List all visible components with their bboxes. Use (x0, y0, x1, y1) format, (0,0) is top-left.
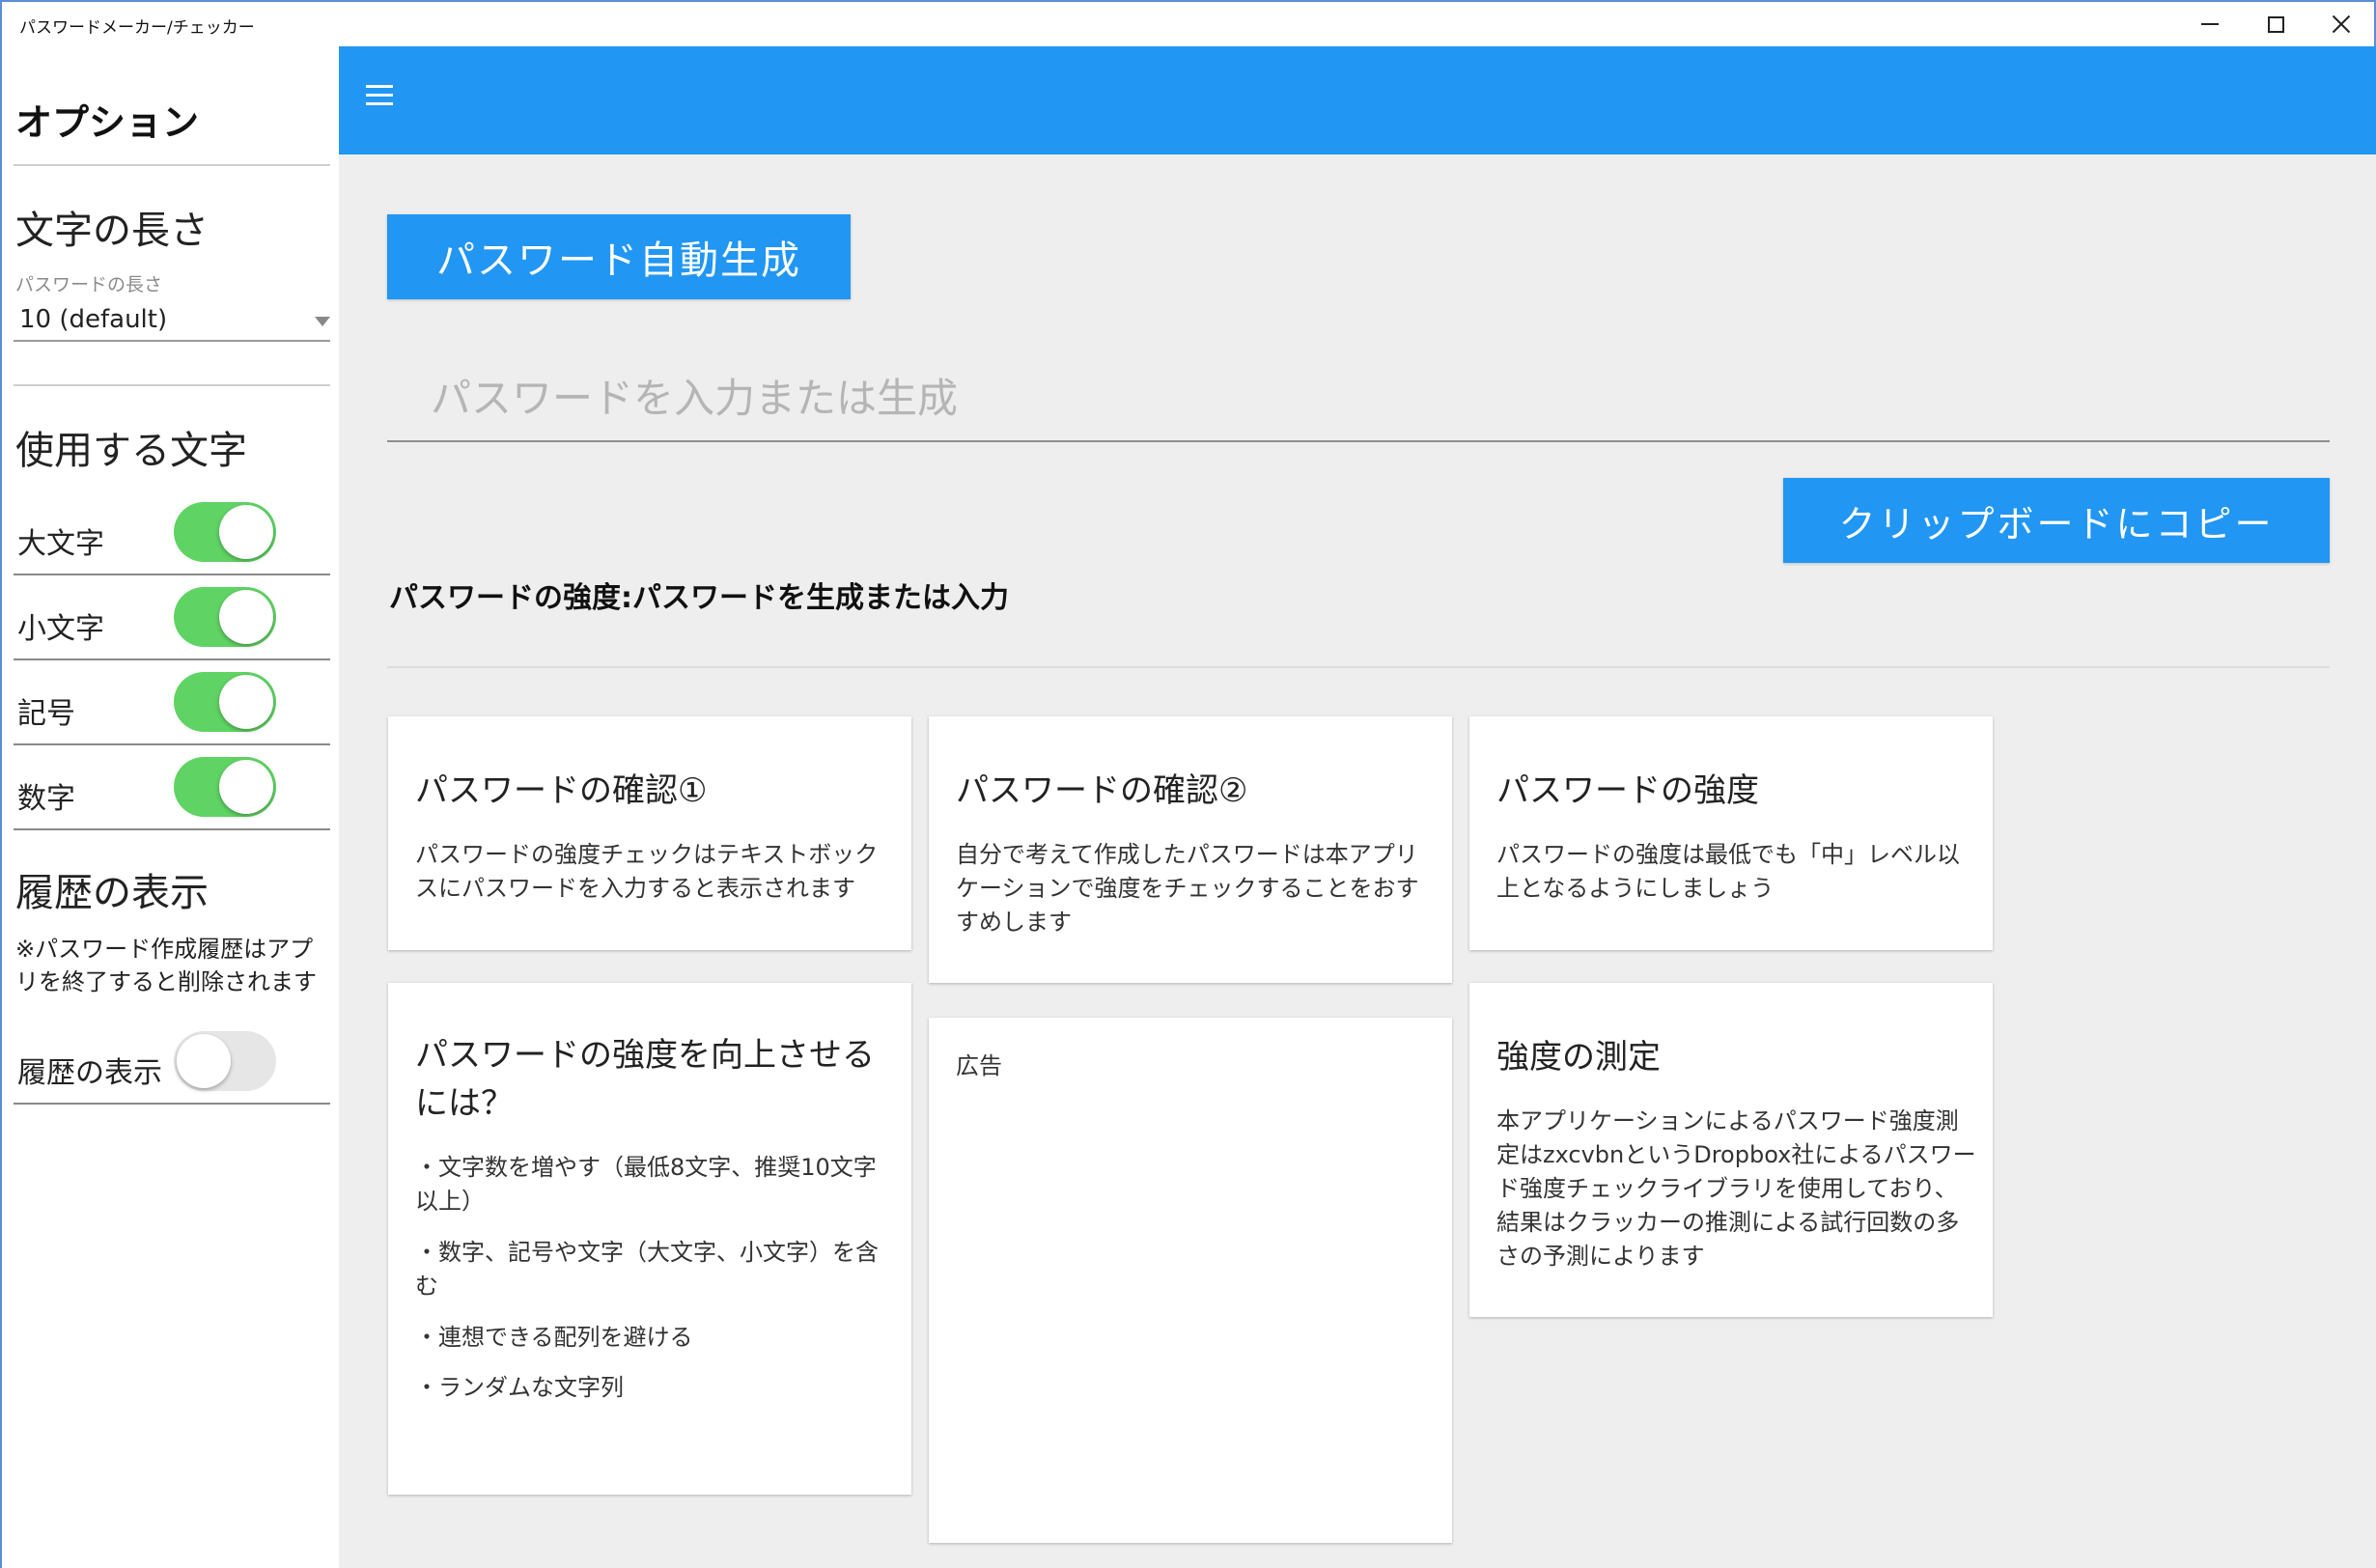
history-toggle[interactable] (174, 1031, 276, 1091)
toggle-label-lowercase: 小文字 (17, 612, 104, 646)
toggle-row-lowercase: 小文字 (14, 577, 330, 660)
chevron-down-icon (315, 317, 330, 326)
history-note: ※パスワード作成履歴はアプリを終了すると削除されます (15, 936, 317, 995)
info-card-check2: パスワードの確認② 自分で考えて作成したパスワードは本アプリ ケーションで強度を… (929, 716, 1452, 983)
close-icon (2332, 14, 2351, 34)
sidebar-heading: オプション (15, 101, 200, 144)
copy-to-clipboard-button[interactable]: クリップボードにコピー (1783, 478, 2330, 563)
app-bar (339, 46, 2376, 154)
toggle-knob (219, 760, 273, 814)
symbols-toggle[interactable] (174, 672, 276, 732)
toggle-knob (219, 505, 273, 559)
uppercase-toggle[interactable] (174, 502, 276, 562)
card-body: パスワードの強度は最低でも「中」レベル以 上となるようにしましょう (1496, 841, 1960, 902)
tip-list-item: ・連想できる配列を避ける (415, 1324, 693, 1351)
generate-password-button[interactable]: パスワード自動生成 (387, 214, 851, 299)
ad-label: 広告 (956, 1052, 1002, 1079)
info-card-strength: パスワードの強度 パスワードの強度は最低でも「中」レベル以 上となるようにしまし… (1469, 716, 1993, 950)
ad-card: 広告 (929, 1018, 1452, 1543)
toggle-row-uppercase: 大文字 (14, 492, 330, 575)
length-select-value: 10 (default) (19, 305, 168, 334)
toggle-label-symbols: 記号 (17, 697, 75, 731)
card-body: 自分で考えて作成したパスワードは本アプリ ケーションで強度をチェックすることをお… (956, 841, 1419, 936)
numbers-toggle[interactable] (174, 757, 276, 817)
card-body: パスワードの強度チェックはテキストボック スにパスワードを入力すると表示されます (415, 841, 879, 902)
chars-section-title: 使用する文字 (15, 429, 247, 473)
app-window: パスワードメーカー/チェッカー オプション 文字の長さ パスワードの長さ 10 … (0, 0, 2376, 1568)
minimize-icon (2201, 23, 2219, 25)
toggle-label-uppercase: 大文字 (17, 527, 104, 561)
lowercase-toggle[interactable] (174, 587, 276, 647)
close-button[interactable] (2308, 2, 2374, 46)
main-content: パスワード自動生成 クリップボードにコピー パスワードの強度:パスワードを生成ま… (339, 46, 2376, 1568)
toggle-label-numbers: 数字 (17, 782, 75, 816)
info-card-check1: パスワードの確認① パスワードの強度チェックはテキストボック スにパスワードを入… (388, 716, 911, 950)
info-card-measure: 強度の測定 本アプリケーションによるパスワード強度測 定はzxcvbnというDr… (1469, 983, 1993, 1317)
sidebar-divider (14, 384, 330, 386)
password-input[interactable] (387, 355, 2330, 442)
toggle-knob (219, 590, 273, 644)
tip-list-item: ・数字、記号や文字（大文字、小文字）を含 む (415, 1239, 879, 1300)
tip-list-item: ・文字数を増やす（最低8文字、推奨10文字 以上） (415, 1154, 877, 1215)
tip-list-item: ・ランダムな文字列 (415, 1374, 624, 1401)
length-caption: パスワードの長さ (15, 274, 163, 295)
info-card-improve: パスワードの強度を向上させる には？ ・文字数を増やす（最低8文字、推奨10文字… (388, 983, 911, 1495)
toggle-row-history: 履歴の表示 (14, 1022, 330, 1105)
main-divider (387, 666, 2330, 668)
toggle-row-numbers: 数字 (14, 747, 330, 830)
card-title: 強度の測定 (1496, 1038, 1661, 1077)
card-title: パスワードの強度 (1496, 771, 1759, 810)
length-section-title: 文字の長さ (15, 209, 209, 253)
card-title: パスワードの確認② (956, 771, 1248, 810)
maximize-button[interactable] (2243, 2, 2308, 46)
title-bar: パスワードメーカー/チェッカー (2, 2, 2374, 46)
card-title: パスワードの確認① (415, 771, 708, 810)
maximize-icon (2267, 15, 2284, 33)
toggle-label-history: 履歴の表示 (17, 1056, 162, 1090)
strength-status: パスワードの強度:パスワードを生成または入力 (389, 581, 1009, 615)
window-title: パスワードメーカー/チェッカー (19, 18, 255, 38)
card-body: 本アプリケーションによるパスワード強度測 定はzxcvbnというDropbox社… (1496, 1107, 1976, 1270)
toggle-row-symbols: 記号 (14, 662, 330, 745)
toggle-knob (219, 675, 273, 729)
toggle-knob (177, 1034, 231, 1088)
hamburger-menu-icon[interactable] (366, 81, 395, 110)
card-title: パスワードの強度を向上させる には？ (415, 1036, 875, 1123)
history-section-title: 履歴の表示 (15, 871, 209, 915)
minimize-button[interactable] (2177, 2, 2243, 46)
options-sidebar: オプション 文字の長さ パスワードの長さ 10 (default) 使用する文字… (2, 46, 339, 1568)
length-select[interactable]: 10 (default) (14, 299, 330, 342)
sidebar-divider (14, 164, 330, 166)
